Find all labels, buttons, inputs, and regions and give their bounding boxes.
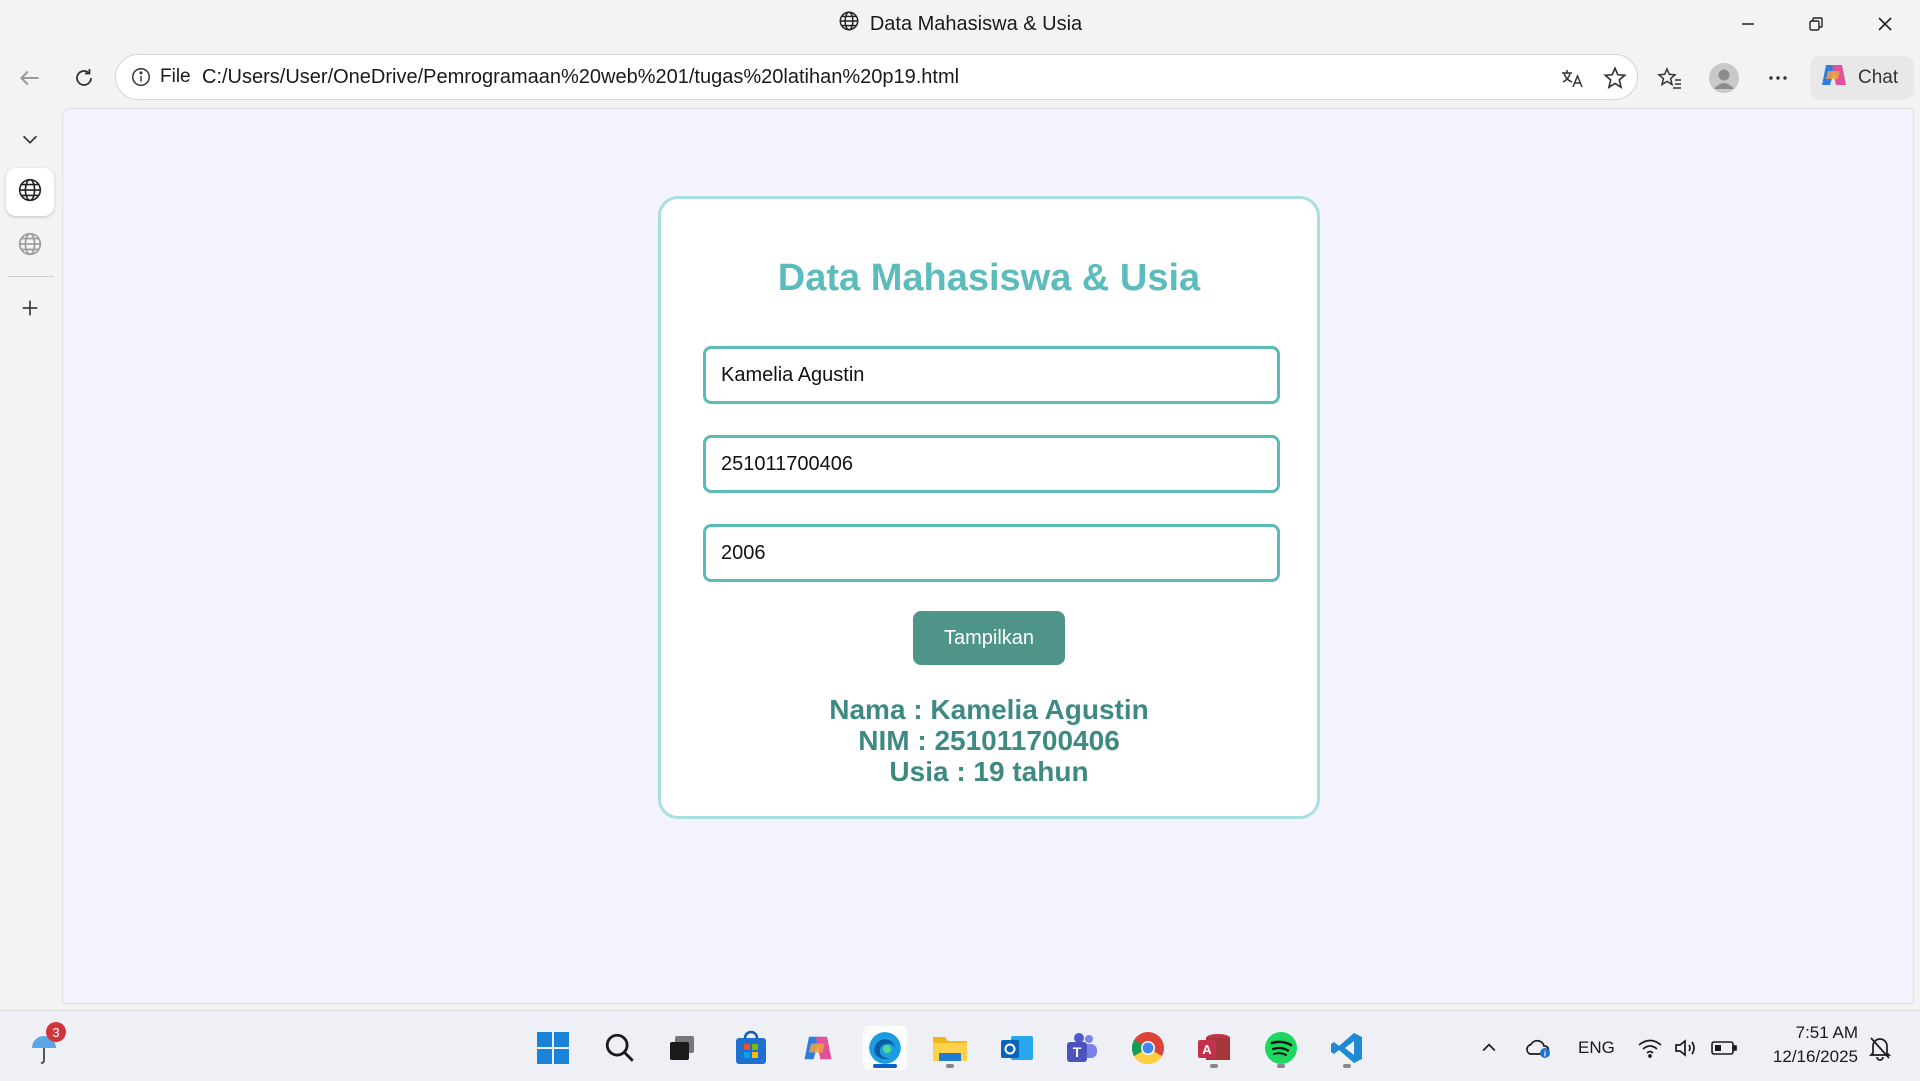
running-app-indicator bbox=[946, 1064, 954, 1068]
notification-bell-icon[interactable] bbox=[1862, 1026, 1898, 1070]
minimize-button[interactable] bbox=[1713, 0, 1783, 48]
address-scheme-label: File bbox=[160, 66, 191, 87]
start-windows-icon[interactable] bbox=[531, 1026, 575, 1070]
restore-button[interactable] bbox=[1781, 0, 1851, 48]
copilot-app-icon[interactable] bbox=[796, 1026, 840, 1070]
clock-date: 12/16/2025 bbox=[1772, 1047, 1858, 1066]
access-icon[interactable]: A bbox=[1192, 1026, 1236, 1070]
refresh-button[interactable] bbox=[64, 58, 104, 98]
new-tab-button[interactable] bbox=[6, 284, 54, 332]
address-url[interactable]: C:/Users/User/OneDrive/Pemrogramaan%20we… bbox=[202, 55, 959, 99]
active-app-indicator bbox=[873, 1064, 897, 1068]
page-viewport: Data Mahasiswa & Usia Tampilkan Nama : K… bbox=[62, 108, 1914, 1004]
vertical-tabs-sidebar bbox=[0, 108, 62, 1009]
vscode-icon[interactable] bbox=[1325, 1026, 1369, 1070]
collapse-tabs-button[interactable] bbox=[6, 115, 54, 163]
tab-active[interactable] bbox=[6, 168, 54, 216]
globe-icon bbox=[838, 10, 860, 38]
running-app-indicator bbox=[1277, 1064, 1285, 1068]
favorites-icon[interactable] bbox=[1650, 58, 1690, 98]
system-clock[interactable]: 7:51 AM 12/16/2025 bbox=[1748, 1021, 1858, 1069]
globe-icon bbox=[17, 231, 43, 262]
notification-badge: 3 bbox=[46, 1022, 66, 1042]
search-icon[interactable] bbox=[598, 1026, 642, 1070]
student-form-card: Data Mahasiswa & Usia Tampilkan Nama : K… bbox=[658, 196, 1320, 819]
nim-input[interactable] bbox=[703, 435, 1280, 493]
chat-label: Chat bbox=[1858, 67, 1899, 88]
file-explorer-icon[interactable] bbox=[928, 1026, 972, 1070]
back-button[interactable] bbox=[10, 58, 50, 98]
birth-year-input[interactable] bbox=[703, 524, 1280, 582]
svg-text:T: T bbox=[1073, 1044, 1082, 1060]
title-bar: Data Mahasiswa & Usia bbox=[0, 0, 1920, 48]
more-options-icon[interactable] bbox=[1758, 58, 1798, 98]
onedrive-icon[interactable]: i bbox=[1518, 1026, 1558, 1070]
page-title: Data Mahasiswa & Usia bbox=[777, 257, 1201, 299]
window-title: Data Mahasiswa & Usia bbox=[869, 12, 1083, 35]
copilot-chat-button[interactable]: Chat bbox=[1810, 56, 1914, 100]
chevron-up-icon[interactable] bbox=[1469, 1026, 1509, 1070]
clock-time: 7:51 AM bbox=[1795, 1023, 1858, 1042]
tab-inactive[interactable] bbox=[6, 222, 54, 270]
outlook-icon[interactable] bbox=[995, 1026, 1039, 1070]
result-name: Nama : Kamelia Agustin bbox=[829, 694, 1149, 725]
microsoft-store-icon[interactable] bbox=[729, 1026, 773, 1070]
tampilkan-button[interactable]: Tampilkan bbox=[913, 611, 1065, 665]
running-app-indicator bbox=[1343, 1064, 1351, 1068]
name-input[interactable] bbox=[703, 346, 1280, 404]
chrome-icon[interactable] bbox=[1126, 1026, 1170, 1070]
translate-icon[interactable] bbox=[1560, 66, 1586, 95]
address-bar[interactable]: File C:/Users/User/OneDrive/Pemrogramaan… bbox=[115, 54, 1638, 100]
running-app-indicator bbox=[1210, 1064, 1218, 1068]
teams-icon[interactable]: T bbox=[1059, 1026, 1103, 1070]
weather-widget-icon[interactable]: 3 bbox=[22, 1022, 66, 1070]
taskbar: 3 T A i ENG 7:51 AM 12/16/2025 bbox=[0, 1010, 1920, 1081]
spotify-icon[interactable] bbox=[1259, 1026, 1303, 1070]
language-indicator[interactable]: ENG bbox=[1578, 1026, 1615, 1070]
result-nim: NIM : 251011700406 bbox=[858, 725, 1120, 756]
window-title-area: Data Mahasiswa & Usia bbox=[0, 0, 1920, 48]
close-button[interactable] bbox=[1850, 0, 1920, 48]
info-icon[interactable] bbox=[130, 66, 152, 93]
wifi-icon[interactable] bbox=[1630, 1026, 1670, 1070]
battery-icon[interactable] bbox=[1704, 1026, 1744, 1070]
svg-text:i: i bbox=[1544, 1050, 1546, 1059]
profile-avatar[interactable] bbox=[1704, 58, 1744, 98]
favorite-star-icon[interactable] bbox=[1602, 65, 1628, 96]
browser-toolbar: File C:/Users/User/OneDrive/Pemrogramaan… bbox=[0, 48, 1920, 108]
svg-text:A: A bbox=[1202, 1042, 1212, 1057]
result-age: Usia : 19 tahun bbox=[889, 756, 1089, 787]
volume-icon[interactable] bbox=[1666, 1026, 1706, 1070]
sidebar-divider bbox=[8, 276, 54, 277]
task-view-icon[interactable] bbox=[660, 1026, 704, 1070]
copilot-icon bbox=[1818, 59, 1850, 97]
edge-browser-icon[interactable] bbox=[863, 1026, 907, 1070]
globe-icon bbox=[17, 177, 43, 208]
